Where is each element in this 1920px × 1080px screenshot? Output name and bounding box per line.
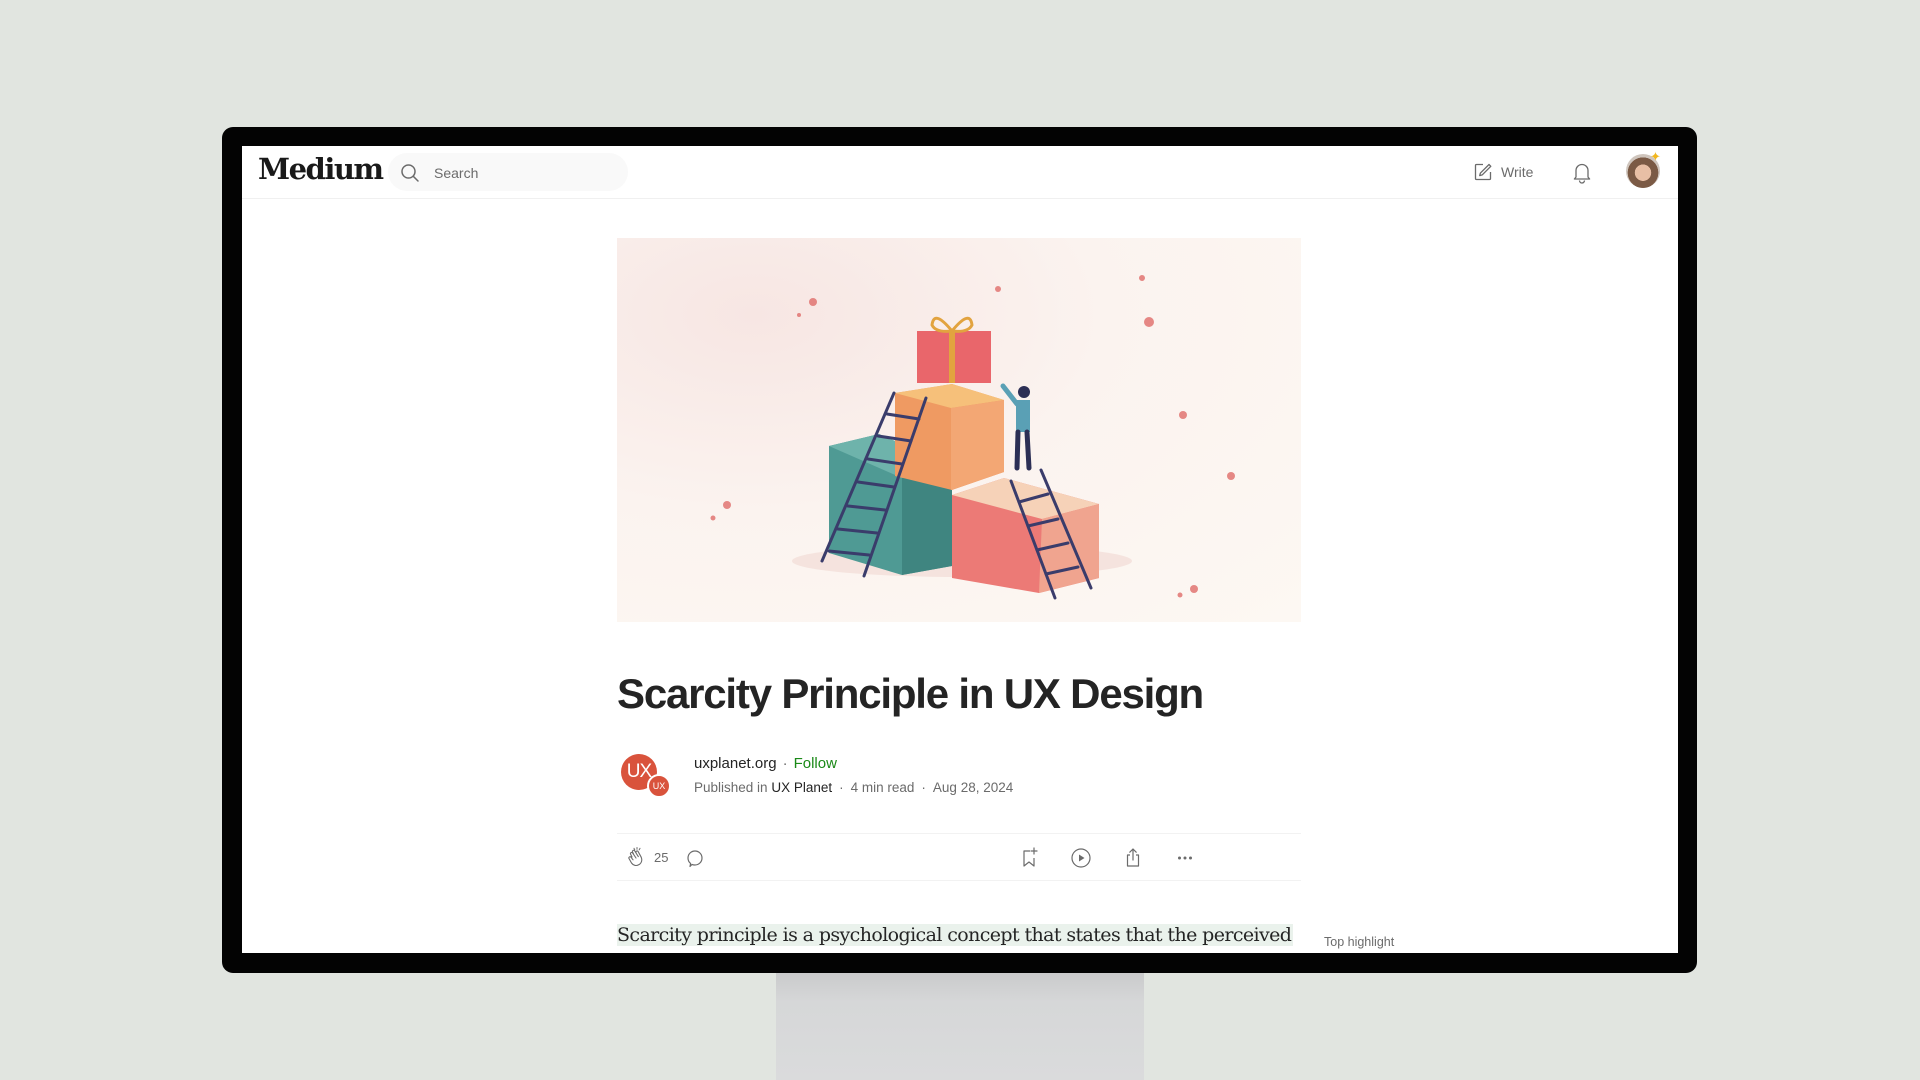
monitor-frame: Medium Write ✦: [222, 127, 1697, 973]
read-time: 4 min read: [850, 780, 915, 795]
search-input[interactable]: [432, 153, 616, 193]
top-navigation: Medium Write ✦: [242, 146, 1678, 199]
share-icon[interactable]: [1121, 846, 1145, 870]
medium-logo[interactable]: Medium: [258, 152, 384, 186]
publication-link[interactable]: UX Planet: [771, 780, 832, 795]
bell-icon[interactable]: [1569, 159, 1595, 185]
write-label: Write: [1501, 164, 1534, 180]
pencil-square-icon: [1473, 162, 1493, 182]
highlighted-paragraph[interactable]: Scarcity principle is a psychological co…: [617, 924, 1294, 946]
membership-star-icon: ✦: [1650, 149, 1661, 164]
author-name[interactable]: uxplanet.org: [694, 755, 777, 772]
article-action-bar: 25: [617, 833, 1301, 881]
publish-date: Aug 28, 2024: [932, 780, 1014, 795]
author-avatar-badge[interactable]: UX: [647, 774, 671, 798]
comment-icon[interactable]: [683, 846, 707, 870]
clap-icon[interactable]: [625, 846, 649, 870]
play-listen-icon[interactable]: [1069, 846, 1093, 870]
search-bar[interactable]: [388, 153, 628, 193]
top-highlight-label: Top highlight: [1324, 935, 1395, 949]
separator: ·: [921, 780, 926, 795]
separator: ·: [839, 780, 844, 795]
article-title: Scarcity Principle in UX Design: [617, 670, 1204, 717]
bookmark-add-icon[interactable]: [1017, 846, 1041, 870]
monitor-stand: [776, 960, 1144, 1080]
clap-count: 25: [654, 850, 669, 865]
write-button[interactable]: Write: [1473, 157, 1533, 187]
search-icon: [400, 163, 420, 183]
browser-screen: Medium Write ✦: [242, 146, 1678, 953]
hero-image: [617, 238, 1301, 622]
more-icon[interactable]: [1173, 846, 1197, 870]
article-body: Scarcity principle is a psychological co…: [617, 924, 1294, 946]
follow-button[interactable]: Follow: [794, 755, 837, 772]
publication-meta: Published in UX Planet · 4 min read · Aug 28…: [694, 780, 1013, 795]
separator: ·: [782, 755, 788, 772]
published-prefix: Published in: [694, 780, 768, 795]
author-line: uxplanet.org · Follow: [694, 755, 837, 772]
